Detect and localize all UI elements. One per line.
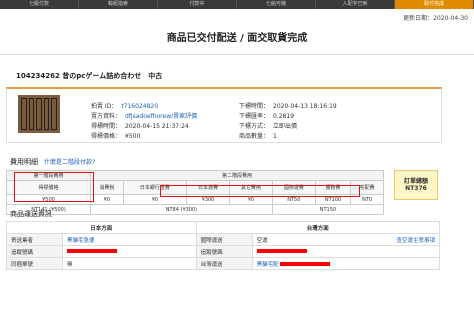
page-title: 商品已交付配送 / 面交取貨完成 [166,33,308,44]
highlight-box [14,172,94,202]
shipping-section-title: 商品運送資訊 [10,210,52,218]
shipping-table: 日本方面 台灣方面 寄送業者 黑貓宅急便 國際運送 空運 查空運主意事項 追蹤號碼… [6,221,441,270]
auction-id-row: 拍賣 ID： t716024820 [91,103,159,110]
title-bar: 更新日期：2020-04-30 商品已交付配送 / 面交取貨完成 [0,9,474,55]
nav-tab[interactable]: 七級付款 [0,0,79,9]
jp-header: 日本方面 [6,221,197,234]
rate-row: 下標匯率： 0.2819 [239,113,295,120]
seller-link[interactable]: dfjsadoefhorew/賣家評價 [125,113,197,120]
top-nav: 七級付款 輸組指索 付款中 七給可幾 入配宇已到 取付完成 [0,0,474,9]
tw-carrier-link[interactable]: 黑貓宅配 [257,262,279,268]
order-total: 訂單總額 NT376 [394,170,438,200]
price-row: 得標價格： ¥500 [91,133,141,140]
updated-date: 更新日期：2020-04-30 [403,15,468,22]
stage2-subtotal-jp: NT84 (¥300) [90,204,273,215]
two-stage-help-link[interactable]: 什麼是二階段付款? [44,159,95,166]
nav-tab-active[interactable]: 取付完成 [395,0,474,9]
item-thumbnail[interactable] [18,95,60,133]
bid-time-row: 下標時間： 2020-04-13 18:16:19 [239,103,337,110]
redacted-tracking [67,249,117,253]
stage2-subtotal-tw: NT150 [271,204,385,215]
stage2-header: 第二階段費用 [90,170,384,181]
highlight-box [160,185,360,197]
method-row: 下標方式： 立即出價 [239,123,298,130]
order-title: 104234262 昔のpcゲーム詰め合わせ 中古 [16,72,163,80]
auction-id-link[interactable]: t716024820 [121,103,158,110]
seller-row: 賣方資料： dfjsadoefhorew/賣家評價 [91,113,198,120]
qty-row: 商品數量： 1 [239,133,277,140]
redacted-tracking [256,249,307,253]
order-total-value: NT376 [405,185,427,192]
tw-header: 台灣方面 [195,221,441,234]
nav-tab[interactable]: 入配宇已到 [316,0,395,9]
redacted-tracking [280,262,331,266]
jp-carrier-link[interactable]: 黑貓宅急便 [67,238,95,244]
fees-section: 費用明細 什麼是二階段付款? [10,158,96,166]
won-row: 得標時間： 2020-04-15 21:37:24 [91,123,189,130]
nav-tab[interactable]: 輸組指索 [79,0,158,9]
nav-tab[interactable]: 七給可幾 [237,0,316,9]
shipping-notice-link[interactable]: 查空運主意事項 [396,236,435,244]
nav-tab[interactable]: 付款中 [158,0,237,9]
item-info-box: 拍賣 ID： t716024820 賣方資料： dfjsadoefhorew/賣家評… [6,87,442,143]
